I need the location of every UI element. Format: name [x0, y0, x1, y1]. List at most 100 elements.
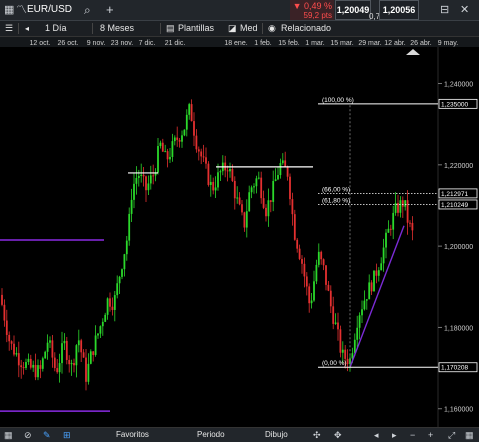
candle-body	[286, 167, 289, 177]
candle-body	[118, 276, 121, 284]
x-tick-label: 21 dic.	[165, 40, 186, 47]
search-icon[interactable]: ⌕	[84, 3, 91, 17]
candle-body	[58, 363, 61, 373]
x-tick-label: 26 oct.	[57, 40, 78, 47]
indicator-button[interactable]: Med	[240, 22, 258, 35]
layout-icon[interactable]: ▦	[4, 429, 13, 441]
ask-price-button[interactable]: 1,20056	[379, 0, 419, 20]
related-button[interactable]: Relacionado	[281, 22, 331, 35]
candle-body	[181, 135, 183, 142]
y-tick-label: 1,240000	[444, 82, 473, 89]
no-entry-icon[interactable]: ⊘	[24, 429, 32, 441]
candle-body	[46, 342, 49, 352]
candle-body	[200, 151, 203, 157]
scroll-right-icon[interactable]: ▸	[392, 429, 397, 441]
minimize-icon[interactable]: ⊟	[440, 3, 449, 17]
candle-body	[3, 304, 6, 321]
y-tick-label: 1,180000	[444, 325, 473, 332]
bid-price-button[interactable]: 1,20049	[335, 0, 371, 20]
zoom-in-icon[interactable]: +	[428, 429, 433, 441]
interval-select[interactable]: 1 Día	[45, 22, 67, 35]
expand-icon[interactable]: ⤢	[448, 429, 455, 441]
candle-body	[267, 200, 270, 217]
candle-body	[15, 353, 18, 355]
templates-icon[interactable]: ▤	[166, 22, 175, 35]
candle-body	[195, 135, 198, 150]
candle-body	[373, 270, 375, 292]
candle-body	[303, 263, 306, 277]
sidebar-toggle-icon[interactable]: ☰	[5, 22, 13, 35]
grid-menu-icon[interactable]: ▦	[4, 3, 14, 17]
candle-body	[188, 104, 191, 115]
candle-body	[99, 326, 102, 334]
fib-price-value: 1,170208	[441, 365, 468, 372]
templates-button[interactable]: Plantillas	[178, 22, 214, 35]
drawing-button[interactable]: Dibujo	[265, 429, 288, 441]
fib-price-value: 1,235000	[441, 101, 468, 108]
candle-body	[337, 322, 339, 330]
candle-body	[253, 186, 255, 188]
candle-body	[281, 160, 284, 164]
crosshair-icon[interactable]: ✣	[313, 429, 321, 441]
instrument-symbol[interactable]: EUR/USD	[27, 4, 72, 15]
zoom-out-icon[interactable]: −	[410, 429, 415, 441]
candle-body	[27, 358, 30, 363]
candle-body	[209, 181, 212, 185]
candle-body	[327, 284, 330, 291]
candle-body	[305, 276, 308, 287]
change-points: 59,2 pts	[303, 11, 332, 20]
x-tick-label: 15 mar.	[330, 40, 353, 47]
close-icon[interactable]: ✕	[460, 3, 469, 17]
collapse-icon[interactable]: ◂	[25, 22, 29, 35]
candle-body	[37, 365, 39, 378]
grid-small-icon[interactable]: ▦	[465, 429, 474, 441]
candle-body	[171, 141, 174, 157]
candle-body	[101, 321, 104, 327]
x-tick-label: 23 nov.	[111, 40, 133, 47]
candle-body	[380, 263, 383, 271]
candle-body	[41, 358, 44, 369]
candle-body	[315, 264, 318, 282]
candle-body	[387, 228, 390, 233]
candle-body	[183, 129, 186, 136]
candle-body	[149, 175, 152, 184]
x-tick-label: 12 abr.	[384, 40, 405, 47]
candle-body	[5, 320, 8, 335]
candle-body	[70, 363, 73, 365]
change-percent: ▼ 0,49 %	[292, 1, 332, 11]
related-icon[interactable]: ◉	[268, 22, 276, 35]
indicator-icon[interactable]: ◪	[228, 22, 237, 35]
candle-body	[123, 254, 126, 270]
pan-icon[interactable]: ✥	[334, 429, 342, 441]
candle-body	[140, 174, 143, 176]
candle-body	[250, 187, 253, 193]
pencil-icon[interactable]: ✎	[43, 429, 51, 441]
candle-body	[128, 213, 131, 241]
candle-body	[190, 104, 193, 122]
candle-body	[34, 364, 37, 378]
fib-level-label: (61,80 %)	[322, 197, 350, 204]
candle-body	[89, 351, 92, 364]
candle-body	[17, 353, 20, 366]
x-tick-label: 26 abr.	[410, 40, 431, 47]
candle-body	[68, 359, 71, 365]
candle-body	[332, 306, 335, 324]
candle-body	[157, 146, 159, 173]
candle-body	[92, 351, 95, 355]
fib-level-label: (66,00 %)	[322, 186, 350, 193]
candle-body	[277, 175, 279, 180]
candle-body	[245, 211, 248, 228]
x-tick-label: 1 mar.	[305, 40, 325, 47]
add-icon[interactable]: +	[106, 3, 114, 17]
favorites-button[interactable]: Favoritos	[116, 429, 149, 441]
candle-body	[166, 151, 169, 160]
range-select[interactable]: 8 Meses	[100, 22, 134, 35]
magnet-icon[interactable]: ⊞	[63, 429, 71, 441]
bottom-bar: ▦ ⊘ ✎ ⊞ Favoritos Periodo Dibujo ✣ ✥ ◂ ▸…	[0, 427, 479, 442]
price-chart[interactable]: 12 oct. 26 oct. 9 nov. 23 nov. 7 dic. 21 dic.…	[0, 37, 479, 427]
candle-body	[265, 207, 267, 217]
scroll-left-icon[interactable]: ◂	[374, 429, 379, 441]
candle-body	[320, 251, 323, 260]
period-button[interactable]: Periodo	[197, 429, 225, 441]
candle-body	[205, 157, 207, 164]
